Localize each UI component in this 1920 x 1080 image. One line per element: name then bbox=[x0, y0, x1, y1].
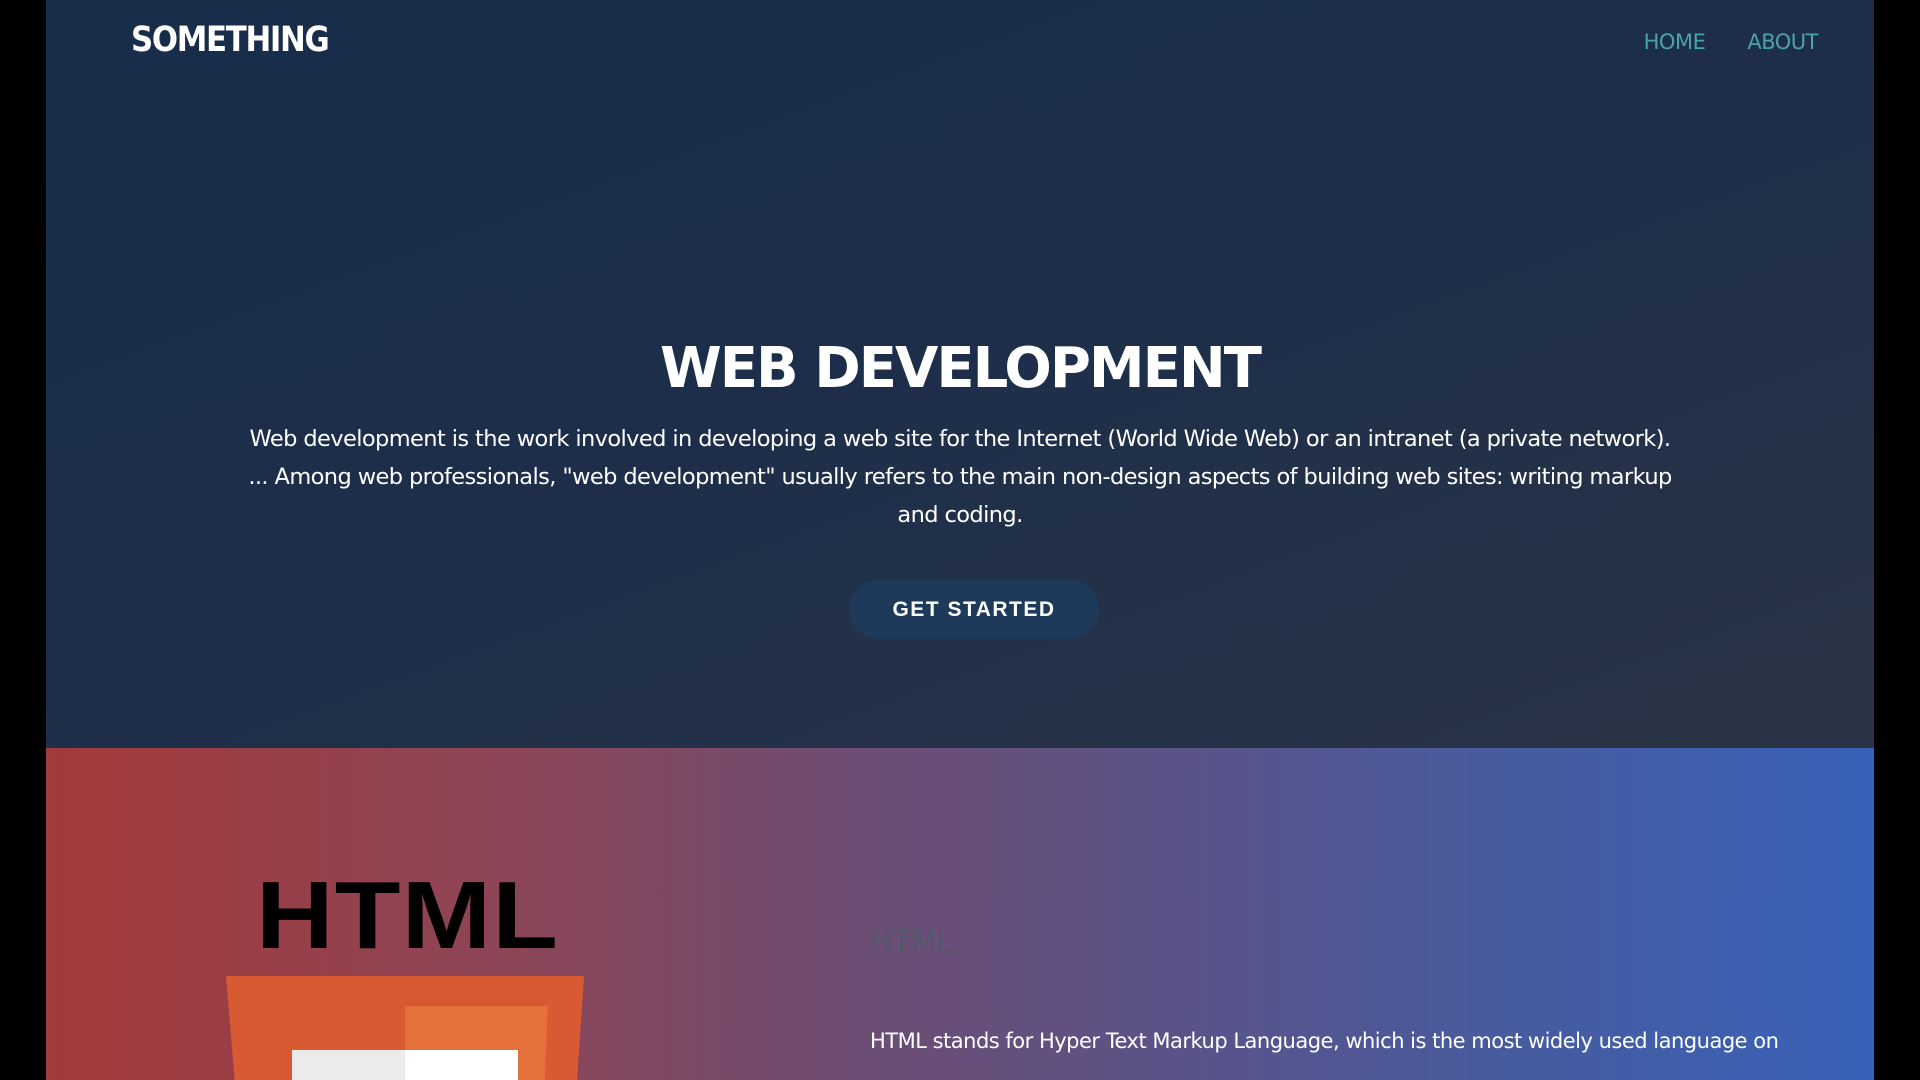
hero-description: Web development is the work involved in … bbox=[248, 426, 1672, 528]
section-text: HTML stands for Hyper Text Markup Langua… bbox=[870, 1029, 1779, 1053]
html5-shield-five-right bbox=[405, 1050, 518, 1080]
site-brand[interactable]: SOMETHING bbox=[131, 20, 330, 60]
html-logo-text: HTML bbox=[256, 862, 560, 969]
hero-section: SOMETHING HOME ABOUT WEB DEVELOPMENT Web… bbox=[46, 0, 1874, 748]
nav-link-about[interactable]: ABOUT bbox=[1747, 30, 1818, 54]
hero-title: WEB DEVELOPMENT bbox=[660, 336, 1262, 401]
web-page: SOMETHING HOME ABOUT WEB DEVELOPMENT Web… bbox=[46, 0, 1874, 1080]
get-started-button[interactable]: GET STARTED bbox=[849, 580, 1099, 639]
nav-link-home[interactable]: HOME bbox=[1644, 30, 1706, 54]
html5-shield-five-left bbox=[292, 1050, 405, 1080]
main-nav: HOME ABOUT bbox=[1644, 30, 1819, 54]
html5-shield-icon bbox=[226, 976, 584, 1080]
section-heading: HTML bbox=[870, 924, 953, 960]
html-section: HTML HTML HTML stands for Hyper Text Mar… bbox=[46, 748, 1874, 1080]
